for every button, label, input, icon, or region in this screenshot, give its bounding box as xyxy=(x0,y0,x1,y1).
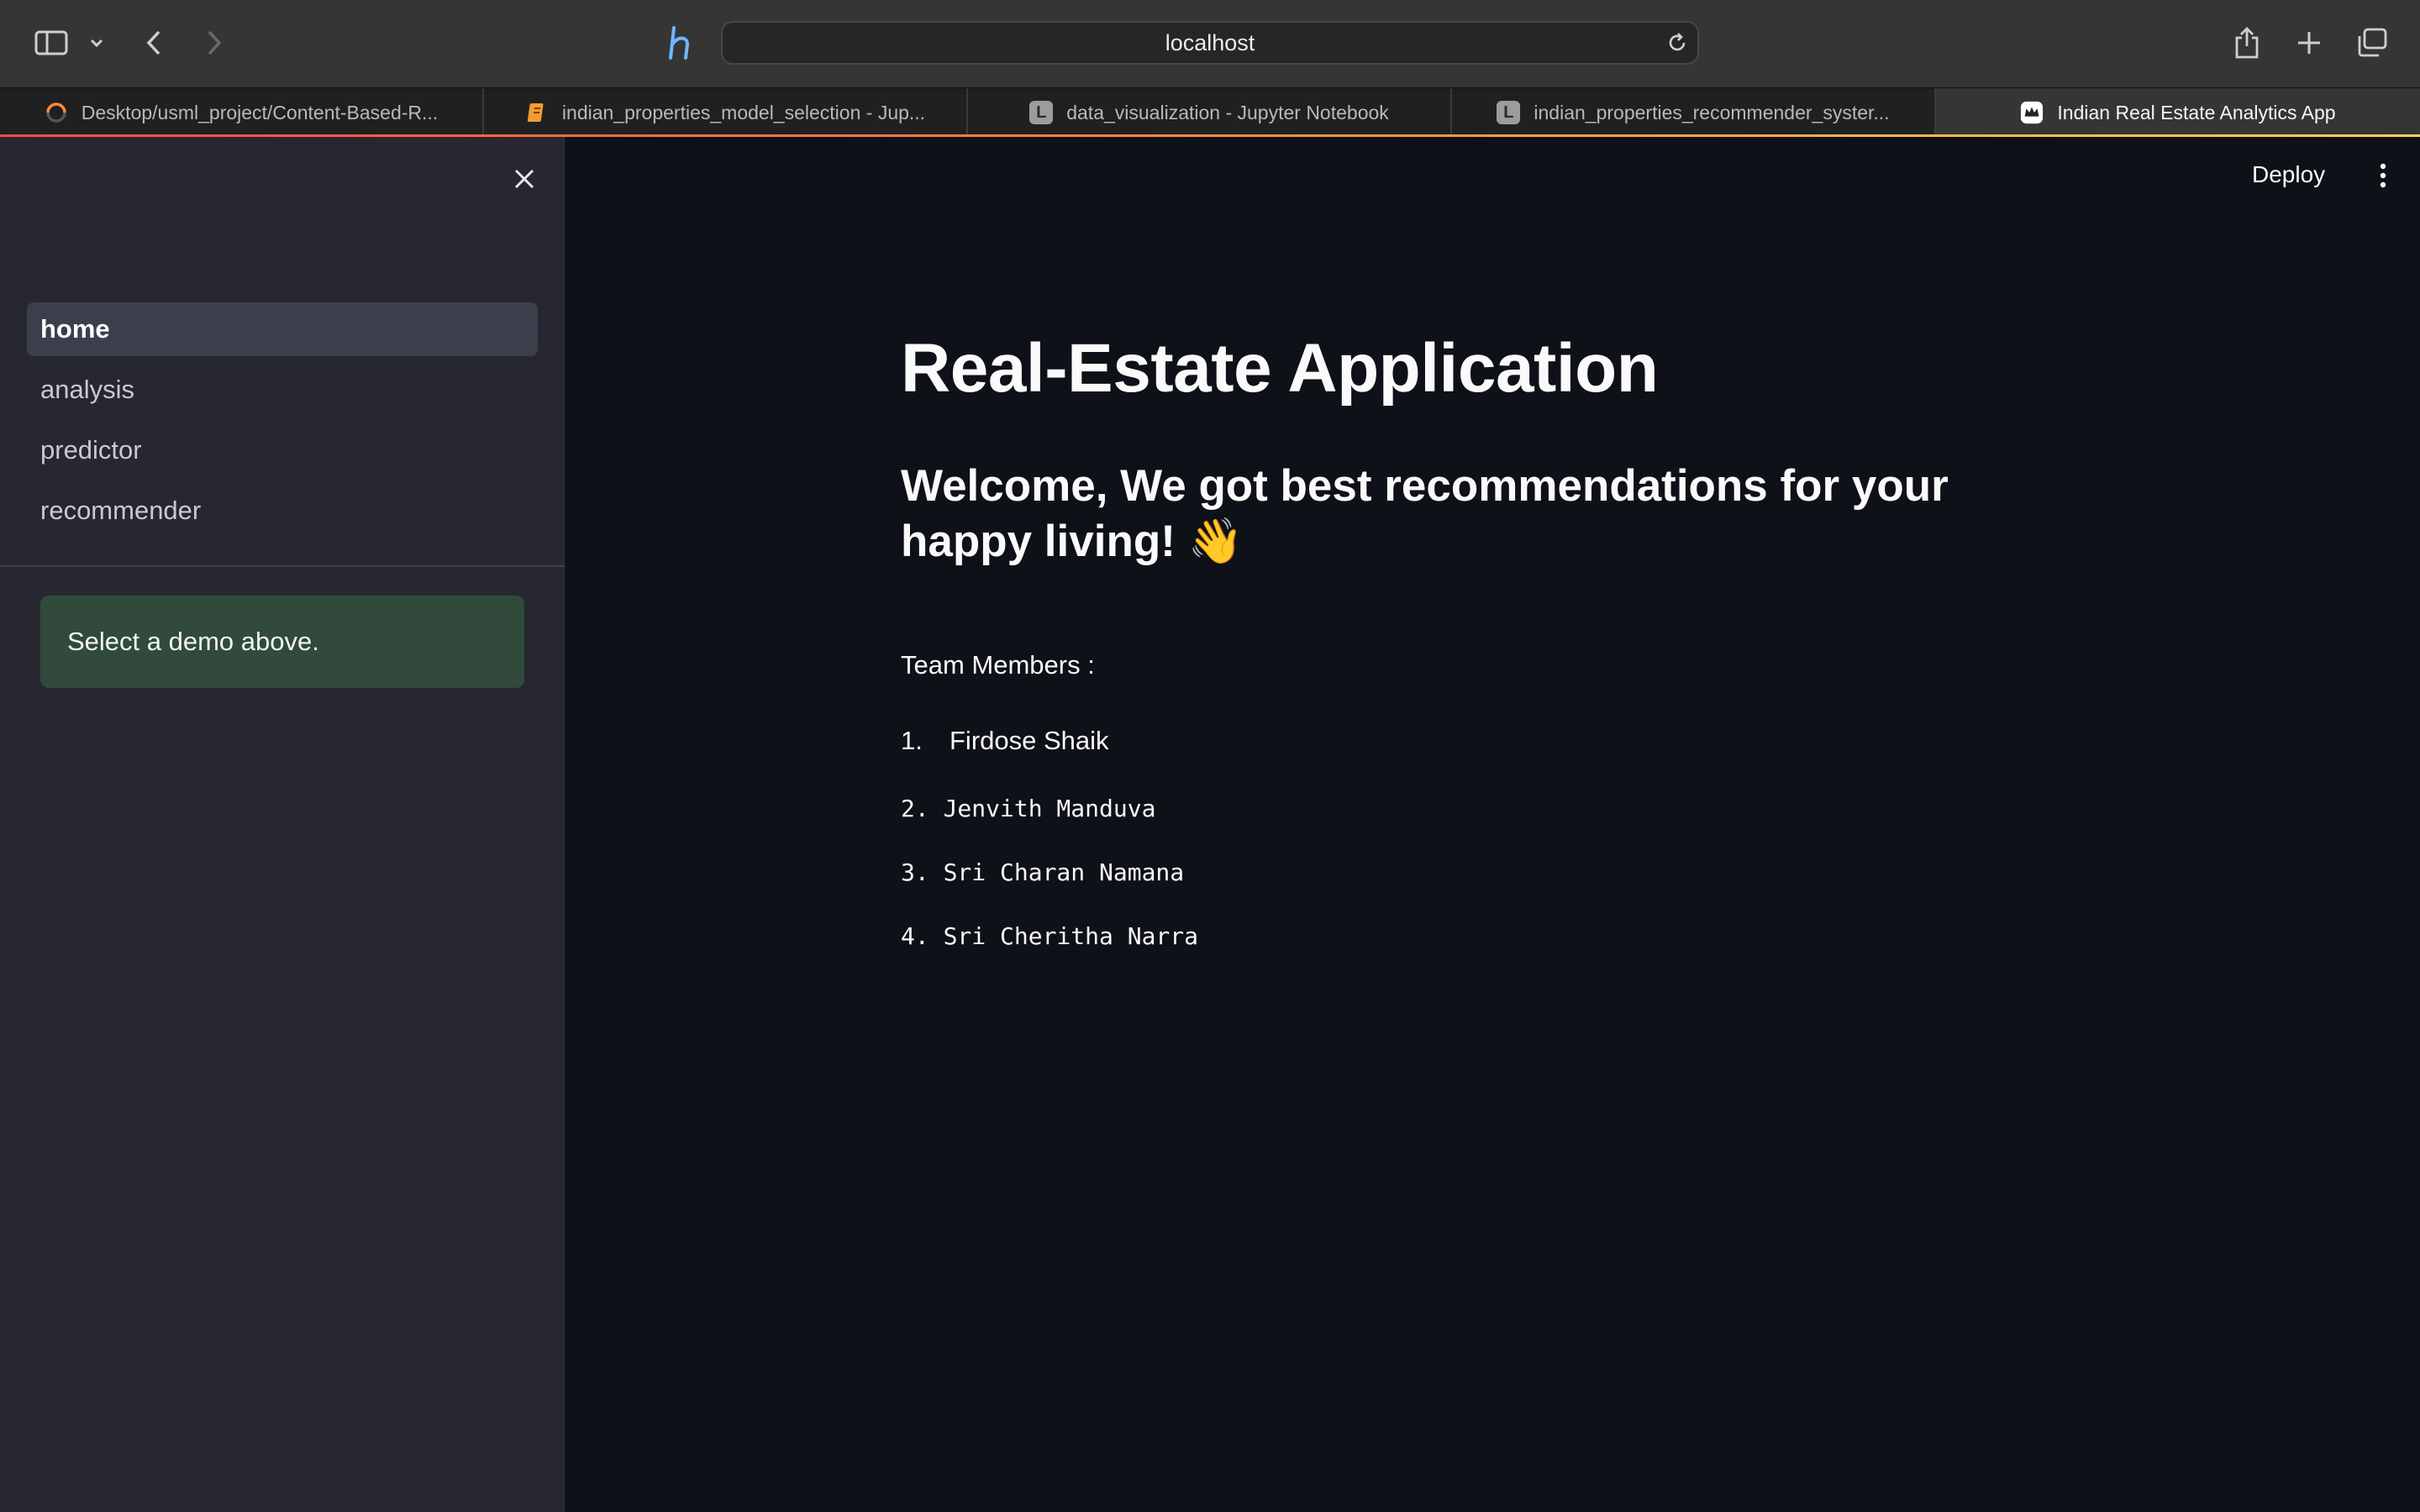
letter-l-icon: L xyxy=(1497,101,1521,124)
streamlit-crown-icon xyxy=(2020,101,2044,124)
forward-icon[interactable] xyxy=(200,22,229,64)
spinner-icon xyxy=(45,101,68,124)
member-number: 1. xyxy=(901,726,923,755)
main-menu-icon[interactable] xyxy=(2371,161,2395,190)
sidebar-nav: home analysis predictor recommender xyxy=(27,302,538,544)
member-item: 1. Firdose Shaik xyxy=(901,726,1109,756)
deploy-button[interactable]: Deploy xyxy=(2252,158,2325,192)
address-bar[interactable]: localhost xyxy=(721,21,1699,65)
tab-label: Desktop/usml_project/Content-Based-R... xyxy=(81,101,439,123)
extension-h-icon[interactable] xyxy=(664,22,701,64)
tab-recommender-system[interactable]: L indian_properties_recommender_syster..… xyxy=(1452,88,1936,137)
sidebar-toggle-icon[interactable] xyxy=(32,22,71,64)
tab-label: indian_properties_model_selection - Jup.… xyxy=(561,101,926,123)
info-message: Select a demo above. xyxy=(40,596,524,688)
member-code-line: 2. Jenvith Manduva xyxy=(901,795,1156,822)
tab-model-selection[interactable]: indian_properties_model_selection - Jup.… xyxy=(484,88,968,137)
sidebar-item-analysis[interactable]: analysis xyxy=(27,363,538,417)
sidebar-item-predictor[interactable]: predictor xyxy=(27,423,538,477)
reload-icon[interactable] xyxy=(1665,31,1689,59)
tab-label: data_visualization - Jupyter Notebook xyxy=(1066,101,1389,123)
welcome-heading: Welcome, We got best recommendations for… xyxy=(901,461,1949,566)
tab-label: Indian Real Estate Analytics App xyxy=(2057,101,2336,123)
tab-overview-icon[interactable] xyxy=(2354,22,2390,64)
new-tab-icon[interactable] xyxy=(2292,22,2326,64)
team-members-label: Team Members : xyxy=(901,650,1095,680)
back-icon[interactable] xyxy=(139,22,168,64)
member-code-line: 3. Sri Charan Namana xyxy=(901,858,1185,886)
address-text: localhost xyxy=(1165,29,1255,55)
chevron-down-icon[interactable] xyxy=(87,22,106,64)
letter-l-icon: L xyxy=(1029,101,1054,124)
close-icon[interactable] xyxy=(508,162,541,196)
notebook-icon xyxy=(525,101,549,124)
sidebar-item-home[interactable]: home xyxy=(27,302,538,356)
sidebar-item-recommender[interactable]: recommender xyxy=(27,484,538,538)
tab-label: indian_properties_recommender_syster... xyxy=(1534,101,1890,123)
sidebar: home analysis predictor recommender Sele… xyxy=(0,137,565,1512)
tab-analytics-app[interactable]: Indian Real Estate Analytics App xyxy=(1936,88,2420,137)
member-name: Firdose Shaik xyxy=(950,726,1109,755)
tab-data-visualization[interactable]: L data_visualization - Jupyter Notebook xyxy=(968,88,1452,137)
sidebar-divider xyxy=(0,565,565,567)
member-code-line: 4. Sri Cheritha Narra xyxy=(901,922,1199,950)
tab-bar: Desktop/usml_project/Content-Based-R... … xyxy=(0,87,2420,137)
share-icon[interactable] xyxy=(2230,22,2264,64)
browser-toolbar: localhost xyxy=(0,0,2420,87)
tab-desktop-project[interactable]: Desktop/usml_project/Content-Based-R... xyxy=(0,88,484,137)
page-title: Real-Estate Application xyxy=(901,330,1659,407)
